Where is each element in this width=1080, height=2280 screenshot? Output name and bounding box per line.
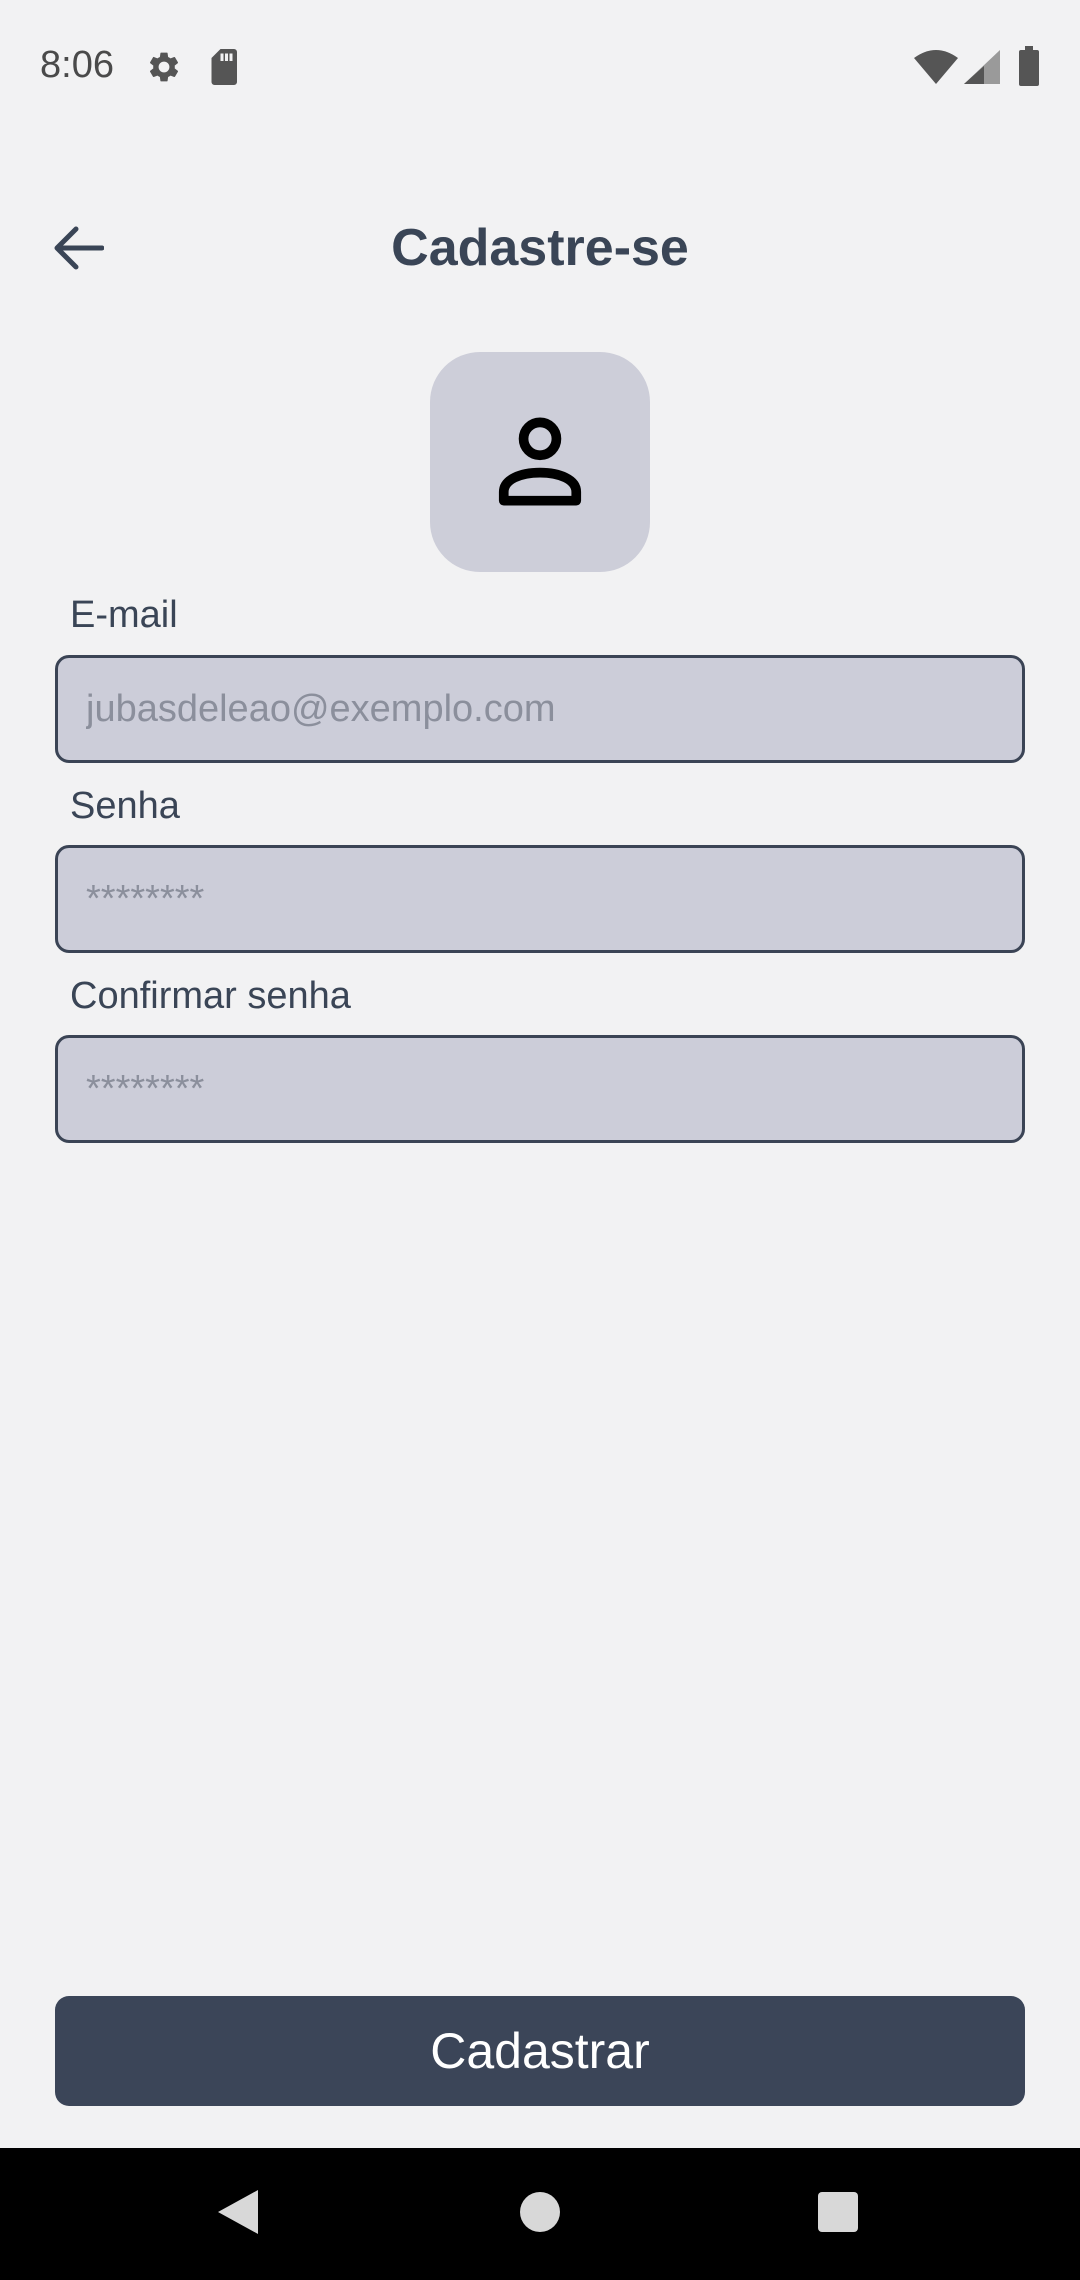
password-label: Senha <box>70 785 180 827</box>
nav-home-icon[interactable] <box>520 2192 560 2232</box>
wifi-icon <box>914 50 958 84</box>
status-bar: 8:06 <box>0 0 1080 134</box>
nav-recents-icon[interactable] <box>818 2192 858 2232</box>
battery-icon <box>1019 46 1039 86</box>
confirm-password-input[interactable] <box>55 1035 1025 1143</box>
signup-screen: 8:06 Cadastre-se E-mail jubasdeleao@exem… <box>0 0 1080 2280</box>
nav-back-icon[interactable] <box>216 2188 260 2236</box>
sd-card-icon <box>211 49 237 85</box>
person-icon <box>498 417 582 506</box>
password-input[interactable] <box>55 845 1025 953</box>
email-label: E-mail <box>70 594 178 636</box>
system-nav-bar <box>0 2148 1080 2280</box>
gear-icon <box>149 52 179 82</box>
signal-icon <box>964 50 1000 84</box>
status-time: 8:06 <box>40 44 114 86</box>
page-title: Cadastre-se <box>391 219 689 277</box>
email-input[interactable] <box>55 655 1025 763</box>
avatar-button[interactable] <box>430 352 650 572</box>
signup-button[interactable]: Cadastrar <box>55 1996 1025 2106</box>
confirm-password-label: Confirmar senha <box>70 975 351 1017</box>
